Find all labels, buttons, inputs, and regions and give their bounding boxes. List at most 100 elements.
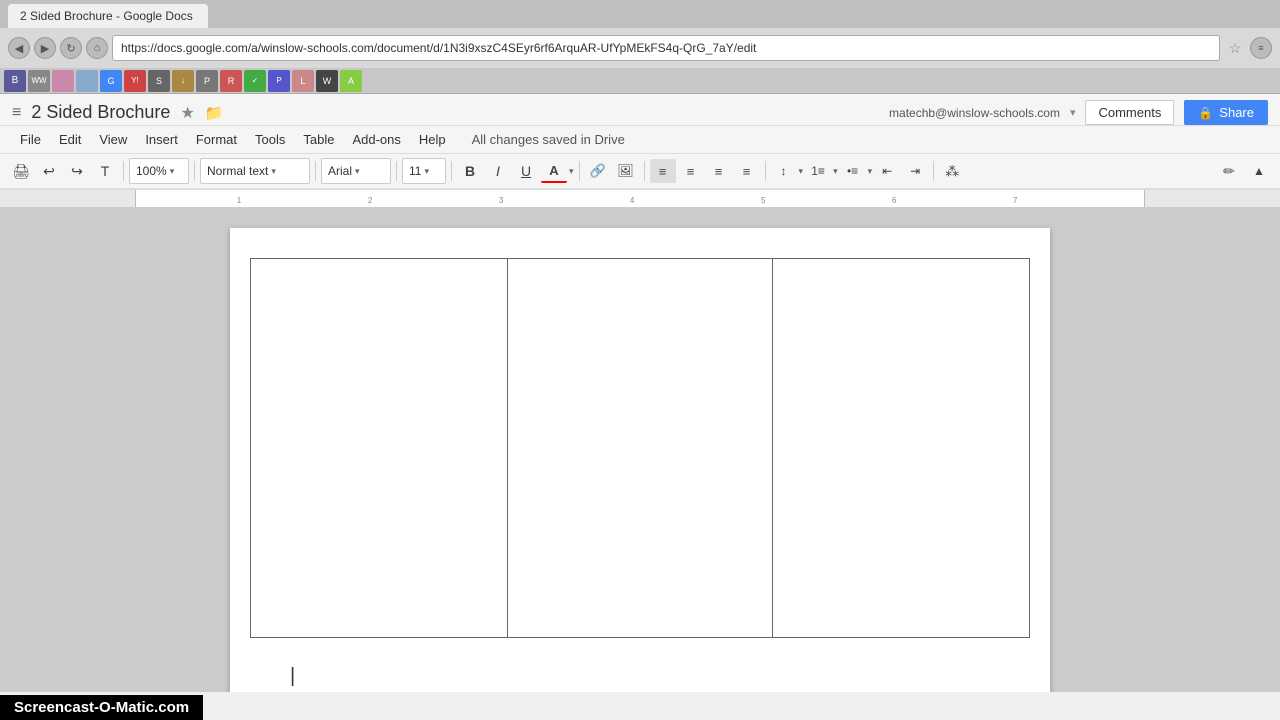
bold-button[interactable]: B: [457, 159, 483, 183]
numbered-list-button[interactable]: 1≡: [805, 159, 831, 183]
share-lock-icon: 🔒: [1198, 106, 1213, 120]
bookmark-button[interactable]: ☆: [1224, 37, 1246, 59]
edit-mode-button[interactable]: ✏: [1216, 159, 1242, 183]
align-left-button[interactable]: ≡: [650, 159, 676, 183]
menu-help[interactable]: Help: [411, 129, 454, 150]
line-spacing-button[interactable]: ↕: [771, 159, 797, 183]
ext-icon-10[interactable]: R: [220, 70, 242, 92]
indent-decrease-button[interactable]: ⇤: [874, 159, 900, 183]
ruler-mark-2: 3: [499, 196, 503, 205]
zoom-dropdown[interactable]: 100% ▾: [129, 158, 189, 184]
bulleted-list-button[interactable]: •≡: [840, 159, 866, 183]
insert-link-button[interactable]: 🔗: [585, 159, 611, 183]
size-value: 11: [409, 164, 421, 178]
browser-chrome: 2 Sided Brochure - Google Docs ◀ ▶ ↻ ⌂ h…: [0, 0, 1280, 94]
watermark: Screencast-O-Matic.com: [0, 695, 203, 720]
url-text: https://docs.google.com/a/winslow-school…: [121, 41, 756, 55]
ext-icon-12[interactable]: P: [268, 70, 290, 92]
text-color-button[interactable]: A: [541, 159, 567, 183]
bulleted-list-chevron[interactable]: ▾: [868, 166, 873, 177]
ext-icon-13[interactable]: L: [292, 70, 314, 92]
table-cell-2[interactable]: [508, 259, 773, 638]
star-icon[interactable]: ★: [180, 103, 194, 123]
style-chevron: ▾: [271, 166, 276, 177]
ext-icon-15[interactable]: A: [340, 70, 362, 92]
user-chevron[interactable]: ▾: [1070, 106, 1076, 119]
ext-icon-7[interactable]: S: [148, 70, 170, 92]
ext-icon-8[interactable]: ↓: [172, 70, 194, 92]
menu-edit[interactable]: Edit: [51, 129, 89, 150]
auto-save-status: All changes saved in Drive: [472, 132, 625, 147]
numbered-list-chevron[interactable]: ▾: [833, 166, 838, 177]
font-dropdown[interactable]: Arial ▾: [321, 158, 391, 184]
ext-icon-6[interactable]: Y!: [124, 70, 146, 92]
table-cell-1[interactable]: [251, 259, 508, 638]
indent-increase-button[interactable]: ⇥: [902, 159, 928, 183]
style-dropdown[interactable]: Normal text ▾: [200, 158, 310, 184]
reload-button[interactable]: ↻: [60, 37, 82, 59]
menu-button[interactable]: ≡: [1250, 37, 1272, 59]
ext-icon-2[interactable]: WW: [28, 70, 50, 92]
ext-icon-4[interactable]: [76, 70, 98, 92]
forward-button[interactable]: ▶: [34, 37, 56, 59]
italic-button[interactable]: I: [485, 159, 511, 183]
align-right-button[interactable]: ≡: [706, 159, 732, 183]
ext-icon-9[interactable]: P: [196, 70, 218, 92]
size-dropdown[interactable]: 11 ▾: [402, 158, 446, 184]
menu-view[interactable]: View: [91, 129, 135, 150]
share-button[interactable]: 🔒 Share: [1184, 100, 1268, 125]
menu-format[interactable]: Format: [188, 129, 245, 150]
text-color-chevron[interactable]: ▾: [569, 166, 574, 177]
toolbar-right: ✏ ▲: [1216, 159, 1272, 183]
document-page[interactable]: |: [230, 228, 1050, 692]
menu-addons[interactable]: Add-ons: [344, 129, 408, 150]
user-email: matechb@winslow-schools.com: [889, 106, 1060, 120]
ext-icon-11[interactable]: ✓: [244, 70, 266, 92]
font-chevron: ▾: [355, 166, 360, 177]
comments-button[interactable]: Comments: [1085, 100, 1174, 125]
home-button[interactable]: ⌂: [86, 37, 108, 59]
extensions-bar: B WW G Y! S ↓ P R ✓ P L W A: [0, 68, 1280, 94]
undo-button[interactable]: ↩: [36, 159, 62, 183]
document-table[interactable]: [250, 258, 1030, 638]
print-button[interactable]: 🖨: [8, 159, 34, 183]
menu-table[interactable]: Table: [295, 129, 342, 150]
size-chevron: ▾: [424, 166, 429, 177]
ext-icon-3[interactable]: [52, 70, 74, 92]
ext-icon-5[interactable]: G: [100, 70, 122, 92]
menu-tools[interactable]: Tools: [247, 129, 293, 150]
menu-file[interactable]: File: [12, 129, 49, 150]
underline-button[interactable]: U: [513, 159, 539, 183]
style-value: Normal text: [207, 164, 268, 178]
folder-icon[interactable]: 📁: [205, 104, 224, 122]
address-bar[interactable]: https://docs.google.com/a/winslow-school…: [112, 35, 1220, 61]
back-button[interactable]: ◀: [8, 37, 30, 59]
separator-5: [451, 161, 452, 181]
font-value: Arial: [328, 164, 352, 178]
collapse-toolbar-button[interactable]: ▲: [1246, 159, 1272, 183]
menu-insert[interactable]: Insert: [137, 129, 186, 150]
ext-icon-14[interactable]: W: [316, 70, 338, 92]
zoom-chevron: ▾: [170, 166, 175, 177]
redo-button[interactable]: ↪: [64, 159, 90, 183]
menu-bar: File Edit View Insert Format Tools Table…: [0, 126, 1280, 154]
insert-image-button[interactable]: 🖼: [613, 159, 639, 183]
tab-bar: 2 Sided Brochure - Google Docs: [0, 0, 1280, 28]
format-paint-button[interactable]: T: [92, 159, 118, 183]
browser-toolbar: ◀ ▶ ↻ ⌂ https://docs.google.com/a/winslo…: [0, 28, 1280, 68]
formatting-toolbar: 🖨 ↩ ↪ T 100% ▾ Normal text ▾ Arial ▾ 11 …: [0, 154, 1280, 190]
justify-button[interactable]: ≡: [734, 159, 760, 183]
active-tab[interactable]: 2 Sided Brochure - Google Docs: [8, 4, 208, 28]
ruler-mark-3: 4: [630, 196, 634, 205]
separator-8: [765, 161, 766, 181]
ext-icon-1[interactable]: B: [4, 70, 26, 92]
top-right-controls: matechb@winslow-schools.com ▾ Comments 🔒…: [889, 100, 1268, 125]
align-center-button[interactable]: ≡: [678, 159, 704, 183]
document-area[interactable]: |: [0, 208, 1280, 692]
hamburger-icon[interactable]: ≡: [12, 104, 21, 122]
line-spacing-chevron[interactable]: ▾: [799, 166, 804, 177]
table-cell-3[interactable]: [772, 259, 1029, 638]
tab-label: 2 Sided Brochure - Google Docs: [20, 9, 193, 23]
more-formatting-button[interactable]: ⁂: [939, 159, 965, 183]
doc-title[interactable]: 2 Sided Brochure: [31, 102, 170, 123]
